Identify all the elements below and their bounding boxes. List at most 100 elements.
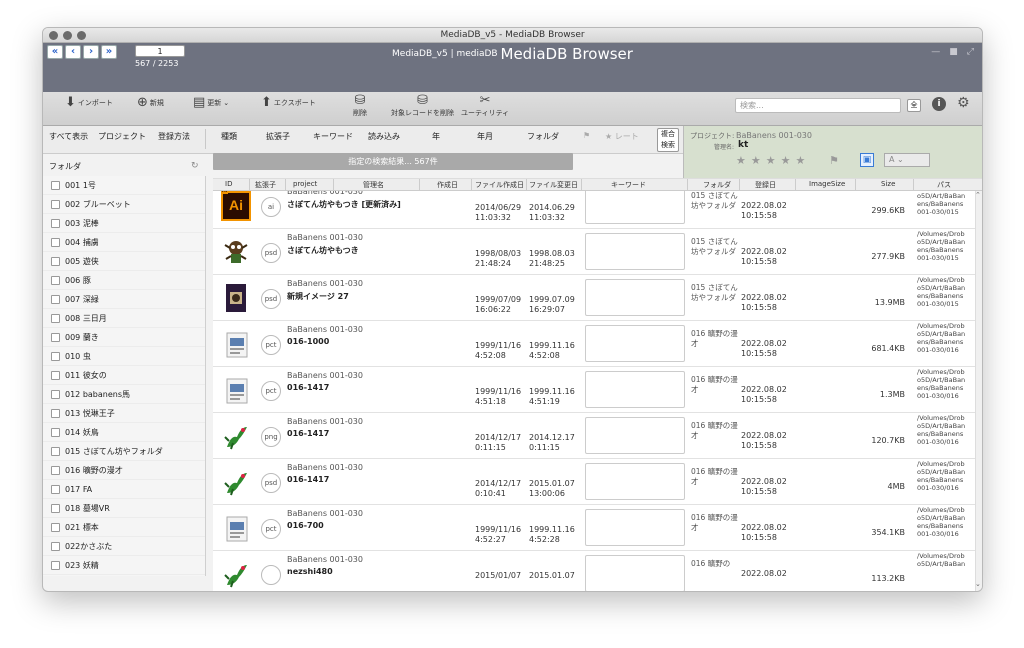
folder-checkbox[interactable] [51, 465, 60, 475]
sidebar-folder-item[interactable]: 008 三日月 [43, 309, 205, 328]
folder-checkbox[interactable] [51, 294, 60, 304]
row-keyword-field[interactable] [585, 463, 685, 500]
scroll-down-icon[interactable]: ⌄ [975, 580, 981, 588]
row-keyword-field[interactable] [585, 279, 685, 316]
table-row[interactable]: pct BaBanens 001-030 016-1000 1999/11/16 4:… [213, 321, 975, 367]
col-file-created[interactable]: ファイル作成日 [475, 180, 524, 190]
info-icon[interactable]: i [932, 97, 946, 111]
sidebar-folder-item[interactable]: 003 泥棒 [43, 214, 205, 233]
delete-target-button[interactable]: ⛁ 対象レコードを削除 [391, 94, 454, 118]
col-project[interactable]: project [293, 180, 317, 188]
minimize-window-icon[interactable] [63, 31, 72, 40]
folder-checkbox[interactable] [51, 351, 60, 361]
sidebar-folder-item[interactable]: 005 遊侠 [43, 252, 205, 271]
tab-registration-method[interactable]: 登録方法 [158, 131, 190, 142]
tab-flag[interactable]: ⚑ [583, 131, 590, 140]
import-button[interactable]: ⬇ インポート [65, 96, 113, 110]
tab-project[interactable]: プロジェクト [98, 131, 146, 142]
col-created[interactable]: 作成日 [437, 180, 458, 190]
col-registered[interactable]: 登録日 [755, 180, 776, 190]
update-button[interactable]: ▤ 更新 ⌄ [193, 96, 229, 110]
folder-checkbox[interactable] [51, 237, 60, 247]
new-button[interactable]: ⊕ 新規 [137, 96, 164, 110]
export-button[interactable]: ⬆ エクスポート [261, 96, 316, 110]
sidebar-folder-item[interactable]: 024 画 [43, 575, 205, 576]
row-keyword-field[interactable] [585, 191, 685, 224]
sidebar-folder-item[interactable]: 022かさぶた [43, 537, 205, 556]
gear-icon[interactable]: ⚙ [957, 95, 970, 111]
search-input[interactable]: 検索... [735, 98, 901, 113]
folder-checkbox[interactable] [51, 275, 60, 285]
sidebar-folder-item[interactable]: 009 蘭き [43, 328, 205, 347]
col-manage-name[interactable]: 管理名 [363, 180, 384, 190]
sidebar-folder-item[interactable]: 013 悦琳王子 [43, 404, 205, 423]
delete-button[interactable]: ⛁ 削除 [353, 94, 367, 118]
col-image-size[interactable]: ImageSize [809, 180, 845, 188]
row-keyword-field[interactable] [585, 325, 685, 362]
table-row[interactable]: psd BaBanens 001-030 さぼてん坊やもつき 1998/08/03 2… [213, 229, 975, 275]
col-size[interactable]: Size [881, 180, 895, 188]
scroll-up-icon[interactable]: ⌃ [975, 191, 981, 199]
tab-folder[interactable]: フォルダ [527, 131, 559, 142]
maximize-icon[interactable]: ■ [949, 47, 958, 57]
image-edit-icon[interactable]: ▣ [860, 153, 874, 167]
search-all-button[interactable]: 全 [907, 99, 921, 112]
table-row[interactable]: pct BaBanens 001-030 016-700 1999/11/16 4:5… [213, 505, 975, 551]
sidebar-folder-item[interactable]: 001 1号 [43, 176, 205, 195]
tab-keyword[interactable]: キーワード [313, 131, 353, 142]
zoom-window-icon[interactable] [77, 31, 86, 40]
sidebar-folder-item[interactable]: 006 豚 [43, 271, 205, 290]
folder-checkbox[interactable] [51, 313, 60, 323]
close-window-icon[interactable] [49, 31, 58, 40]
tab-year[interactable]: 年 [432, 131, 440, 142]
tab-year-month[interactable]: 年月 [477, 131, 493, 142]
tab-loading[interactable]: 読み込み [368, 131, 400, 142]
fullscreen-icon[interactable]: ⤢ [967, 47, 974, 57]
tab-extension[interactable]: 拡張子 [266, 131, 290, 142]
row-keyword-field[interactable] [585, 417, 685, 454]
tab-type[interactable]: 種類 [221, 131, 237, 142]
folder-checkbox[interactable] [51, 332, 60, 342]
col-id[interactable]: ID [225, 180, 232, 188]
table-row[interactable]: Ai Ai ai BaBanens 001-030 さぼてん坊やもつき [更新済み] 20… [213, 191, 975, 229]
folder-checkbox[interactable] [51, 408, 60, 418]
sidebar-folder-item[interactable]: 018 墓場VR [43, 499, 205, 518]
table-scrollbar[interactable] [975, 191, 982, 591]
tab-rate[interactable]: ★ レート [605, 131, 639, 142]
sidebar-folder-item[interactable]: 007 深緑 [43, 290, 205, 309]
folder-checkbox[interactable] [51, 180, 60, 190]
folder-checkbox[interactable] [51, 484, 60, 494]
sidebar-folder-item[interactable]: 002 ブルーベット [43, 195, 205, 214]
folder-checkbox[interactable] [51, 503, 60, 513]
col-path[interactable]: パス [937, 180, 951, 190]
folder-checkbox[interactable] [51, 560, 60, 570]
refresh-icon[interactable]: ↻ [191, 161, 199, 171]
row-keyword-field[interactable] [585, 233, 685, 270]
sidebar-folder-item[interactable]: 004 捕虜 [43, 233, 205, 252]
flag-icon[interactable]: ⚑ [829, 154, 839, 167]
tab-show-all[interactable]: すべて表示 [49, 131, 88, 142]
folder-checkbox[interactable] [51, 541, 60, 551]
folder-checkbox[interactable] [51, 199, 60, 209]
folder-checkbox[interactable] [51, 427, 60, 437]
folder-checkbox[interactable] [51, 256, 60, 266]
sidebar-folder-item[interactable]: 011 彼女の [43, 366, 205, 385]
utility-button[interactable]: ✂ ユーティリティ [461, 94, 509, 118]
sidebar-folder-item[interactable]: 021 標本 [43, 518, 205, 537]
table-row[interactable]: png BaBanens 001-030 016-1417 2014/12/17 0:… [213, 413, 975, 459]
table-row[interactable]: pct BaBanens 001-030 016-1417 1999/11/16 4:… [213, 367, 975, 413]
table-row[interactable]: BaBanens 001-030 nezshi480 2015/01/07 2015.… [213, 551, 975, 591]
sidebar-folder-item[interactable]: 012 babanens馬 [43, 385, 205, 404]
sidebar-folder-item[interactable]: 010 虫 [43, 347, 205, 366]
row-keyword-field[interactable] [585, 555, 685, 591]
col-file-modified[interactable]: ファイル変更日 [529, 180, 578, 190]
sidebar-folder-item[interactable]: 014 妖鳥 [43, 423, 205, 442]
table-row[interactable]: psd BaBanens 001-030 新規イメージ 27 1999/07/09 1… [213, 275, 975, 321]
sidebar-folder-item[interactable]: 015 さぼてん坊やフォルダ [43, 442, 205, 461]
col-keyword[interactable]: キーワード [611, 180, 646, 190]
composite-search-button[interactable]: 複合検索 [657, 128, 679, 152]
folder-checkbox[interactable] [51, 218, 60, 228]
sidebar-folder-item[interactable]: 017 FA [43, 480, 205, 499]
minimize-icon[interactable]: — [931, 47, 940, 57]
folder-checkbox[interactable] [51, 370, 60, 380]
